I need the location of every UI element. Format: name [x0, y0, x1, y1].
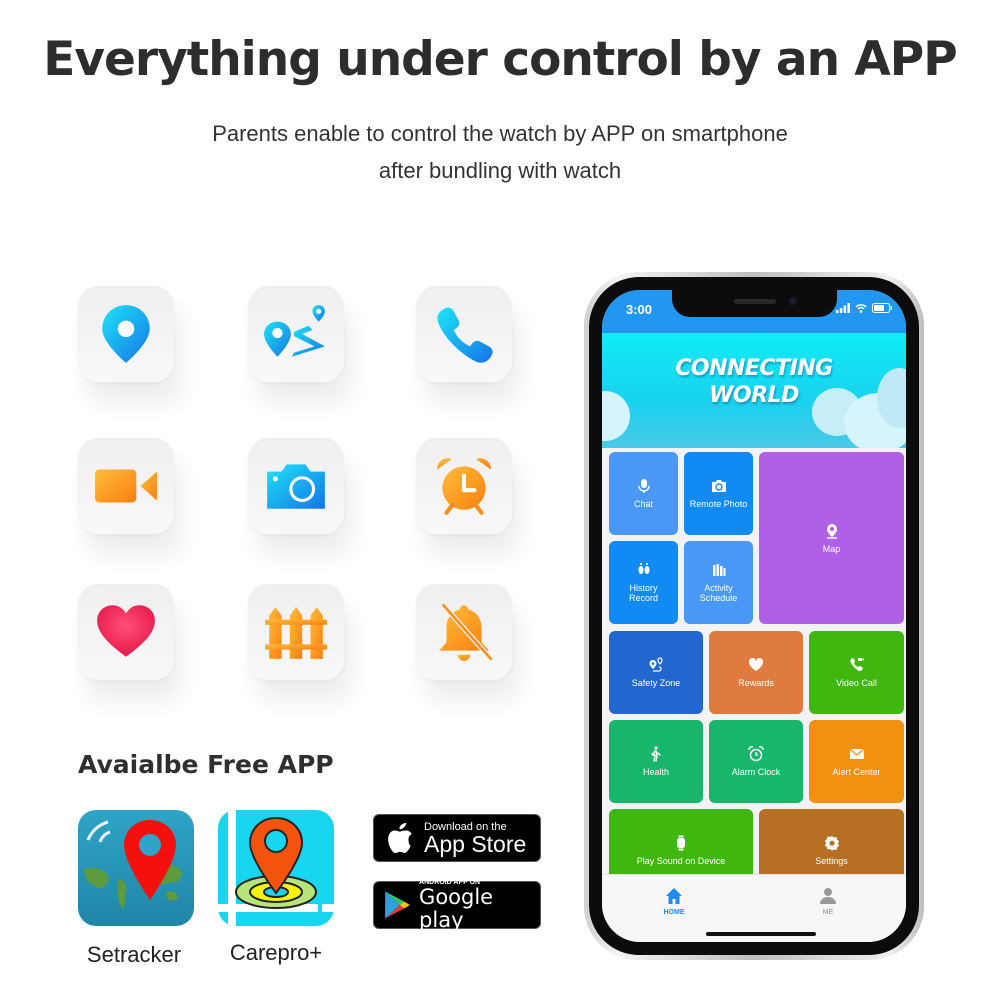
- notch: [672, 290, 837, 317]
- google-play-icon: [385, 891, 410, 919]
- photo-camera-icon: [267, 464, 325, 509]
- card-safety-zone[interactable]: Safety Zone: [609, 631, 703, 714]
- schedule-icon: [712, 564, 725, 576]
- card-map[interactable]: Map: [759, 452, 904, 624]
- alarm-icon: [748, 746, 764, 762]
- alarm-clock-icon: [437, 458, 491, 515]
- app-banner: CONNECTING WORLD: [602, 333, 906, 448]
- feature-tile-photo: [248, 438, 344, 534]
- app-store-big-text: App Store: [424, 830, 527, 857]
- setracker-label: Setracker: [86, 942, 182, 967]
- card-alert-center[interactable]: Alert Center: [809, 720, 904, 803]
- watch-icon: [677, 835, 685, 851]
- feature-tile-call: [416, 286, 512, 382]
- location-pin-icon: [102, 305, 150, 363]
- card-health[interactable]: Health: [609, 720, 703, 803]
- apple-icon: [388, 823, 412, 853]
- carepro-logo[interactable]: [218, 810, 334, 926]
- feature-tile-heart: [78, 584, 174, 680]
- map-target-pin-icon: [218, 810, 334, 926]
- feature-tile-route: [248, 286, 344, 382]
- phone-mockup: 3:00 CONNECTING WORLD Chat Remote Photo …: [584, 272, 924, 960]
- feature-tile-silent: [416, 584, 512, 680]
- setracker-logo[interactable]: [78, 810, 194, 926]
- google-play-badge[interactable]: ANDROID APP ON Google play: [373, 879, 541, 932]
- headline: Everything under control by an APP: [43, 32, 957, 87]
- phone-call-icon: [437, 307, 493, 363]
- heart-icon: [97, 605, 155, 657]
- feature-tile-fence: [248, 584, 344, 680]
- camera-icon: [711, 480, 726, 492]
- available-apps-title: Avaialbe Free APP: [78, 750, 334, 779]
- card-history-record[interactable]: History Record: [609, 541, 678, 624]
- home-icon: [666, 888, 682, 904]
- tab-home[interactable]: HOME: [644, 887, 704, 916]
- carepro-label: Carepro+: [229, 940, 323, 965]
- map-pin-icon: [826, 523, 837, 539]
- world-map-pin-icon: [83, 820, 182, 908]
- status-time: 3:00: [626, 302, 653, 317]
- subtext-line-1: Parents enable to control the watch by A…: [212, 121, 788, 146]
- card-video-call[interactable]: Video Call: [809, 631, 904, 714]
- status-bar: 3:00: [602, 290, 906, 333]
- person-icon: [820, 888, 836, 904]
- home-indicator[interactable]: [706, 932, 816, 936]
- video-call-icon: [849, 658, 864, 672]
- gear-icon: [824, 836, 839, 851]
- feature-tile-alarm: [416, 438, 512, 534]
- app-store-badge[interactable]: Download on the App Store: [373, 814, 541, 862]
- safety-zone-icon: [649, 657, 663, 672]
- card-rewards[interactable]: Rewards: [709, 631, 803, 714]
- card-alarm-clock[interactable]: Alarm Clock: [709, 720, 803, 803]
- heart-icon: [748, 657, 764, 671]
- card-activity-schedule[interactable]: Activity Schedule: [684, 541, 753, 624]
- card-chat[interactable]: Chat: [609, 452, 678, 535]
- signal-icon: [836, 303, 850, 313]
- subtext-line-2: after bundling with watch: [378, 158, 622, 183]
- feature-tile-location: [78, 286, 174, 382]
- battery-icon: [872, 303, 892, 313]
- envelope-icon: [849, 748, 864, 759]
- fence-icon: [265, 607, 327, 659]
- phone-screen: 3:00 CONNECTING WORLD Chat Remote Photo …: [602, 290, 906, 942]
- footprints-icon: [638, 563, 649, 574]
- feature-tile-video: [78, 438, 174, 534]
- microphone-icon: [637, 479, 650, 493]
- walking-icon: [651, 746, 661, 762]
- route-icon: [264, 305, 325, 357]
- video-camera-icon: [95, 469, 157, 503]
- banner-title: CONNECTING WORLD: [675, 356, 833, 408]
- bell-off-icon: [439, 603, 493, 661]
- card-remote-photo[interactable]: Remote Photo: [684, 452, 753, 535]
- tab-bar: HOME ME: [602, 874, 906, 942]
- tab-me[interactable]: ME: [798, 887, 858, 916]
- wifi-icon: [855, 304, 867, 313]
- google-play-big-text: Google play: [419, 884, 494, 932]
